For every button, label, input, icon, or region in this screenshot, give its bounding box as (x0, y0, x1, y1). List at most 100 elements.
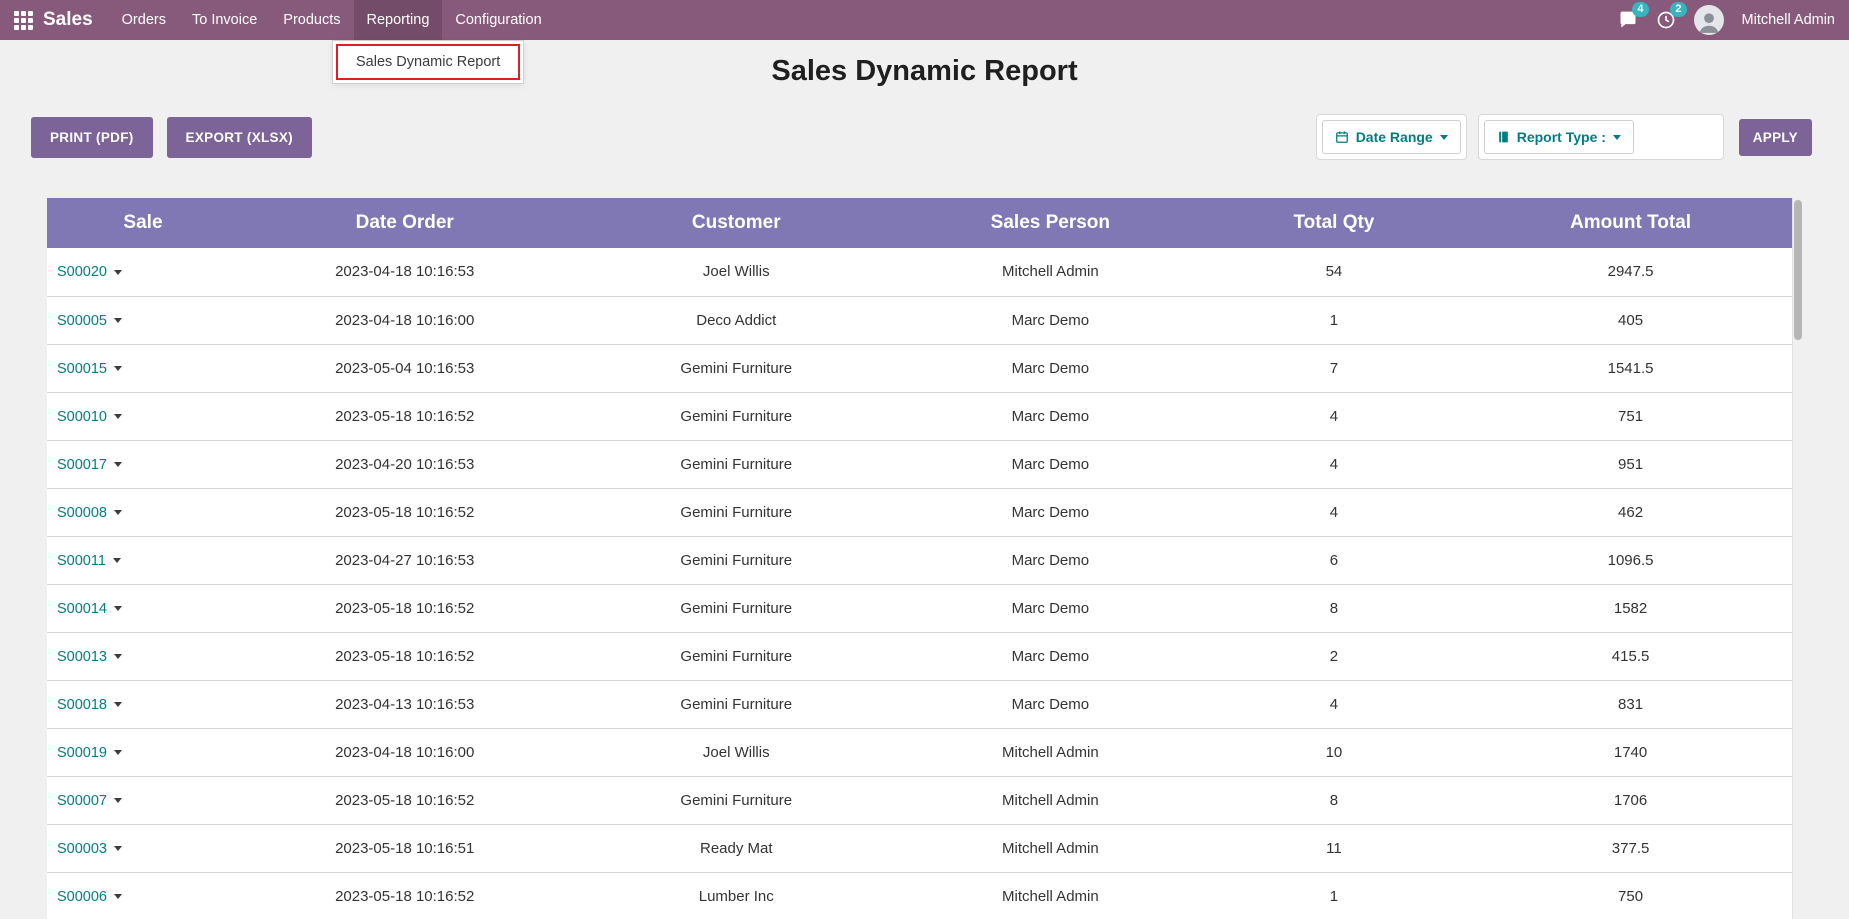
sales-person-cell: Marc Demo (902, 296, 1199, 344)
customer-cell: Gemini Furniture (570, 440, 902, 488)
sale-order-link[interactable]: S00013 (57, 649, 107, 665)
chevron-down-icon[interactable] (114, 462, 122, 467)
report-table-wrap: Sale Date Order Customer Sales Person To… (47, 198, 1803, 919)
sale-order-link[interactable]: S00010 (57, 409, 107, 425)
apps-grid-icon[interactable] (14, 11, 33, 30)
sale-order-link[interactable]: S00007 (57, 793, 107, 809)
chevron-down-icon[interactable] (114, 270, 122, 275)
sale-cell: S00015 (47, 344, 239, 392)
chevron-down-icon (1613, 135, 1621, 140)
date-order-cell: 2023-05-18 10:16:52 (239, 584, 571, 632)
sale-order-link[interactable]: S00017 (57, 457, 107, 473)
date-order-cell: 2023-04-13 10:16:53 (239, 680, 571, 728)
export-xlsx-button[interactable]: EXPORT (XLSX) (167, 117, 312, 158)
sale-order-link[interactable]: S00019 (57, 745, 107, 761)
customer-cell: Gemini Furniture (570, 536, 902, 584)
total-qty-cell: 11 (1199, 824, 1469, 872)
app-brand[interactable]: Sales (43, 9, 93, 31)
scrollbar-thumb[interactable] (1794, 200, 1802, 340)
total-qty-cell: 4 (1199, 440, 1469, 488)
table-row: S000082023-05-18 10:16:52Gemini Furnitur… (47, 488, 1792, 536)
avatar[interactable] (1694, 5, 1724, 35)
nav-item-reporting[interactable]: Reporting (354, 0, 443, 40)
amount-total-cell: 1706 (1469, 776, 1792, 824)
sale-cell: S00007 (47, 776, 239, 824)
sale-order-link[interactable]: S00014 (57, 601, 107, 617)
chevron-down-icon (1440, 135, 1448, 140)
sale-cell: S00018 (47, 680, 239, 728)
chevron-down-icon[interactable] (114, 894, 122, 899)
sale-cell: S00013 (47, 632, 239, 680)
sale-cell: S00020 (47, 248, 239, 296)
date-order-cell: 2023-05-18 10:16:52 (239, 392, 571, 440)
chevron-down-icon[interactable] (114, 750, 122, 755)
sale-order-link[interactable]: S00008 (57, 505, 107, 521)
date-range-button[interactable]: Date Range (1322, 120, 1461, 154)
vertical-scrollbar[interactable] (1792, 198, 1803, 919)
table-body: S000202023-04-18 10:16:53Joel WillisMitc… (47, 248, 1792, 919)
chevron-down-icon[interactable] (114, 702, 122, 707)
sale-order-link[interactable]: S00003 (57, 841, 107, 857)
sale-order-link[interactable]: S00018 (57, 697, 107, 713)
chevron-down-icon[interactable] (114, 846, 122, 851)
date-order-cell: 2023-05-18 10:16:52 (239, 872, 571, 919)
sale-order-link[interactable]: S00005 (57, 313, 107, 329)
customer-cell: Gemini Furniture (570, 584, 902, 632)
chevron-down-icon[interactable] (114, 318, 122, 323)
sale-order-link[interactable]: S00020 (57, 264, 107, 280)
chevron-down-icon[interactable] (114, 654, 122, 659)
person-icon (1696, 9, 1722, 35)
chevron-down-icon[interactable] (114, 510, 122, 515)
sale-cell: S00008 (47, 488, 239, 536)
customer-cell: Gemini Furniture (570, 680, 902, 728)
chevron-down-icon[interactable] (114, 366, 122, 371)
nav-item-to-invoice[interactable]: To Invoice (179, 0, 270, 40)
sale-cell: S00006 (47, 872, 239, 919)
total-qty-cell: 4 (1199, 488, 1469, 536)
apply-button[interactable]: APPLY (1739, 119, 1812, 156)
nav-item-orders[interactable]: Orders (109, 0, 179, 40)
menu-item-sales-dynamic-report[interactable]: Sales Dynamic Report (336, 44, 520, 80)
user-menu[interactable]: Mitchell Admin (1742, 12, 1835, 28)
date-range-filter-box: Date Range (1316, 114, 1467, 160)
activities-button[interactable]: 2 (1656, 10, 1676, 30)
sales-person-cell: Marc Demo (902, 344, 1199, 392)
total-qty-cell: 6 (1199, 536, 1469, 584)
book-icon (1497, 130, 1510, 144)
table-row: S000192023-04-18 10:16:00Joel WillisMitc… (47, 728, 1792, 776)
total-qty-cell: 8 (1199, 584, 1469, 632)
total-qty-cell: 2 (1199, 632, 1469, 680)
amount-total-cell: 951 (1469, 440, 1792, 488)
messages-button[interactable]: 4 (1618, 10, 1638, 30)
chevron-down-icon[interactable] (114, 798, 122, 803)
print-pdf-button[interactable]: PRINT (PDF) (31, 117, 153, 158)
nav-item-configuration[interactable]: Configuration (442, 0, 554, 40)
amount-total-cell: 1541.5 (1469, 344, 1792, 392)
chevron-down-icon[interactable] (113, 558, 121, 563)
nav-item-products[interactable]: Products (270, 0, 353, 40)
date-range-label: Date Range (1356, 129, 1433, 145)
date-order-cell: 2023-05-18 10:16:52 (239, 632, 571, 680)
table-row: S000152023-05-04 10:16:53Gemini Furnitur… (47, 344, 1792, 392)
date-order-cell: 2023-05-04 10:16:53 (239, 344, 571, 392)
sale-order-link[interactable]: S00015 (57, 361, 107, 377)
page-title: Sales Dynamic Report (0, 55, 1849, 88)
customer-cell: Gemini Furniture (570, 776, 902, 824)
customer-cell: Lumber Inc (570, 872, 902, 919)
table-row: S00010 2023-05-18 10:16:52Gemini Furnitur… (47, 392, 1792, 440)
sales-person-cell: Mitchell Admin (902, 776, 1199, 824)
table-row: S00014 2023-05-18 10:16:52Gemini Furnitur… (47, 584, 1792, 632)
customer-cell: Gemini Furniture (570, 392, 902, 440)
amount-total-cell: 1740 (1469, 728, 1792, 776)
chevron-down-icon[interactable] (114, 414, 122, 419)
sale-order-link[interactable]: S00011 (57, 553, 106, 569)
table-row: S000032023-05-18 10:16:51Ready MatMitche… (47, 824, 1792, 872)
report-type-button[interactable]: Report Type : (1484, 120, 1634, 154)
amount-total-cell: 1096.5 (1469, 536, 1792, 584)
amount-total-cell: 751 (1469, 392, 1792, 440)
chevron-down-icon[interactable] (114, 606, 122, 611)
sales-person-cell: Marc Demo (902, 488, 1199, 536)
sale-order-link[interactable]: S00006 (57, 889, 107, 905)
amount-total-cell: 1582 (1469, 584, 1792, 632)
date-order-cell: 2023-04-27 10:16:53 (239, 536, 571, 584)
